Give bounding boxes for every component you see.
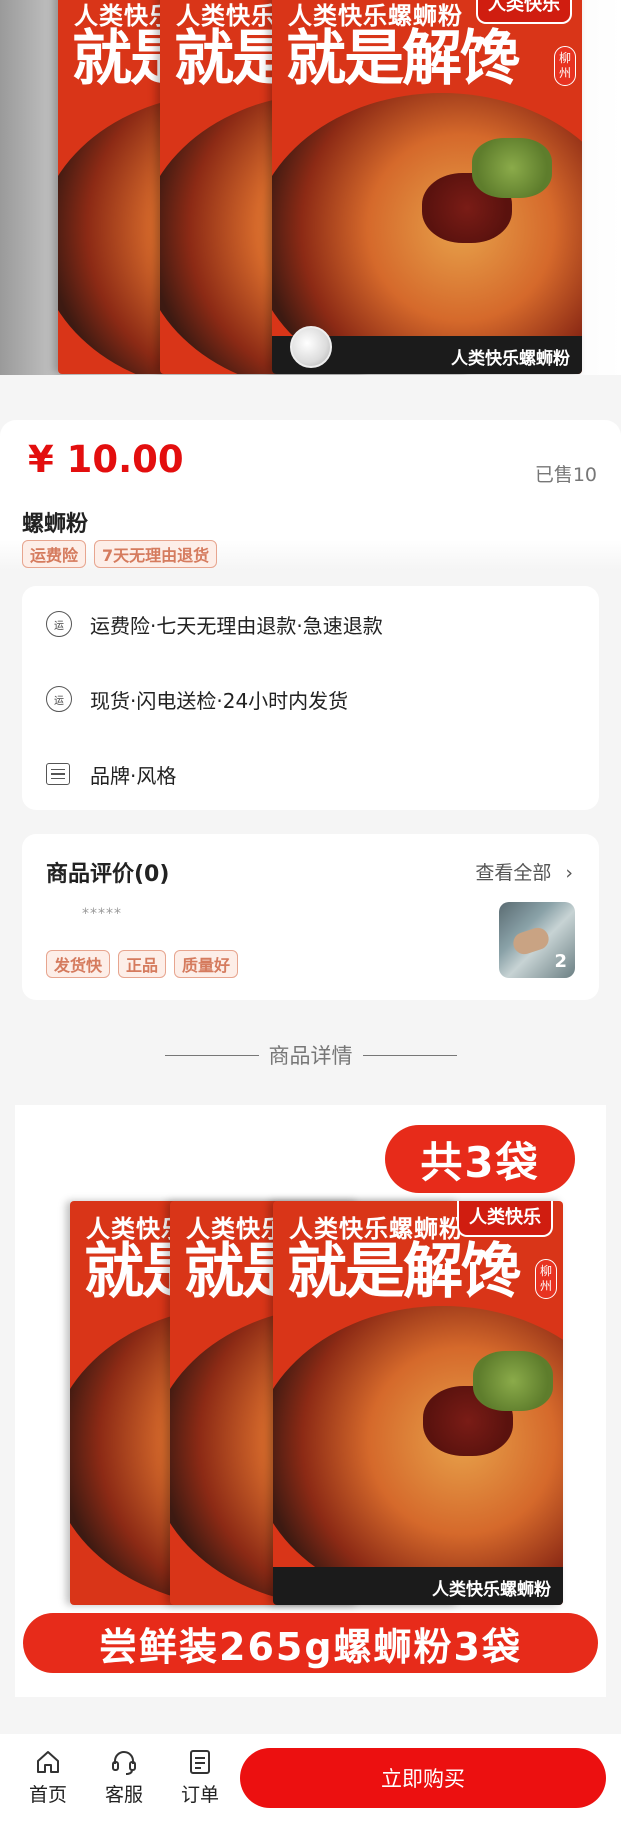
bag-count-label: 共3袋 [385, 1125, 575, 1193]
divider [164, 1054, 259, 1056]
product-badges: 运费险 7天无理由退货 [22, 540, 218, 568]
chevron-right-icon: › [565, 862, 573, 884]
service-row[interactable]: 运 现货·闪电送检·24小时内发货 [22, 679, 599, 719]
view-all-label: 查看全部 [475, 862, 552, 884]
reviews-title: 商品评价(0) [46, 862, 170, 887]
package-side-label: 柳州 [554, 46, 576, 86]
service-text: 运费险·七天无理由退款·急速退款 [90, 613, 383, 638]
nav-home-label: 首页 [28, 1784, 67, 1806]
detail-header-label: 商品详情 [268, 1044, 353, 1068]
service-text: 品牌·风格 [90, 763, 177, 788]
rating-stars: ***** [82, 906, 122, 922]
order-list-icon [190, 1750, 210, 1774]
home-icon [37, 1751, 59, 1773]
bottom-action-bar: 首页 客服 订单 立即购买 [0, 1734, 621, 1824]
badge-shipping-insurance: 运费险 [22, 540, 87, 568]
review-photo-thumbnail[interactable]: 2 [499, 902, 575, 978]
reviews-card: 商品评价(0) 查看全部 › ***** 发货快 正品 质量好 2 [22, 834, 599, 1000]
photo-count: 2 [554, 951, 567, 972]
service-row[interactable]: 品牌·风格 [22, 754, 599, 794]
carousel-indicator[interactable] [290, 326, 332, 368]
sold-count: 已售10 [534, 464, 597, 486]
review-tag: 发货快 [46, 950, 111, 978]
package-tag: 人类快乐 [457, 1201, 553, 1237]
nav-service-button[interactable]: 客服 [94, 1748, 154, 1807]
review-tags: 发货快 正品 质量好 [46, 950, 239, 978]
product-detail-image: 共3袋 人类快乐螺蛳粉 就是解馋 人类快乐螺蛳粉 就是解馋 人类快乐螺蛳粉 就是… [15, 1105, 606, 1697]
service-text: 现货·闪电送检·24小时内发货 [90, 688, 349, 713]
service-card[interactable]: 运 运费险·七天无理由退款·急速退款 运 现货·闪电送检·24小时内发货 品牌·… [22, 586, 599, 810]
package-footer: 人类快乐螺蛳粉 [273, 1567, 563, 1605]
product-title: 螺蛳粉 [22, 512, 89, 537]
package-slogan: 就是解馋 [287, 1237, 521, 1307]
detail-section-header: 商品详情 [0, 1040, 621, 1070]
nav-home-button[interactable]: 首页 [18, 1748, 78, 1807]
badge-return-policy: 7天无理由退货 [94, 540, 218, 568]
product-hero-image[interactable]: 人类快乐螺蛳粉 就是解馋 人类快乐螺蛳粉 就是解馋 人类快乐螺蛳粉 就是解馋 人… [0, 0, 621, 375]
product-price: ¥ 10.00 [28, 438, 184, 481]
divider [362, 1054, 457, 1056]
list-icon [46, 763, 70, 785]
price-card: ¥ 10.00 已售10 螺蛳粉 运费险 7天无理由退货 [0, 420, 621, 570]
package-image: 人类快乐螺蛳粉 就是解馋 人类快乐 柳州 人类快乐螺蛳粉 [272, 0, 582, 374]
package-slogan: 就是解馋 [286, 24, 520, 94]
review-tag: 正品 [118, 950, 167, 978]
shipping-icon: 运 [46, 686, 72, 712]
headset-icon [112, 1751, 136, 1775]
review-tag: 质量好 [174, 950, 239, 978]
package-image: 人类快乐螺蛳粉 就是解馋 人类快乐 柳州 人类快乐螺蛳粉 [273, 1201, 563, 1605]
package-side-label: 柳州 [535, 1259, 557, 1299]
nav-service-label: 客服 [104, 1784, 143, 1806]
service-row[interactable]: 运 运费险·七天无理由退款·急速退款 [22, 604, 599, 644]
view-all-reviews-link[interactable]: 查看全部 › [475, 858, 573, 885]
nav-orders-label: 订单 [180, 1784, 219, 1806]
buy-now-button[interactable]: 立即购买 [240, 1748, 606, 1808]
nav-orders-button[interactable]: 订单 [170, 1748, 230, 1807]
package-tag: 人类快乐 [476, 0, 572, 24]
package-size-label: 尝鲜装265g螺蛳粉3袋 [23, 1613, 598, 1673]
shipping-insurance-icon: 运 [46, 611, 72, 637]
